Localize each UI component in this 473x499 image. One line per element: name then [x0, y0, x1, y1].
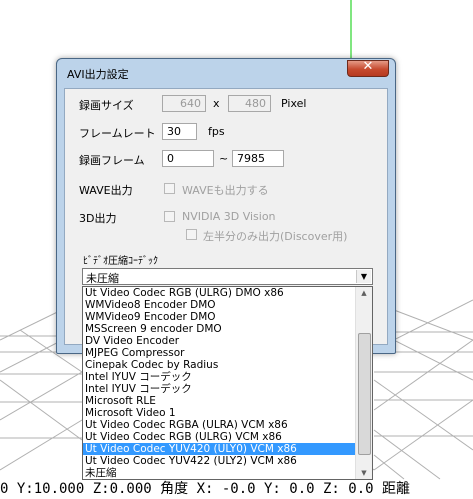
codec-list-item[interactable]: Ut Video Codec RGBA (ULRA) VCM x86: [83, 419, 356, 431]
size-label: 録画サイズ: [79, 99, 134, 112]
codec-list-item[interactable]: WMVideo8 Encoder DMO: [83, 299, 356, 311]
codec-combobox[interactable]: 未圧縮 ▼: [82, 268, 373, 285]
codec-items: Ut Video Codec RGB (ULRG) DMO x86 WMVideo…: [83, 287, 356, 479]
scroll-down-icon[interactable]: ▼: [356, 467, 372, 479]
close-icon: ✕: [362, 59, 374, 74]
nvidia-3d-label: NVIDIA 3D Vision: [182, 210, 276, 223]
status-bar: 0 Y:10.000 Z:0.000 角度 X: -0.0 Y: 0.0 Z: …: [0, 481, 411, 497]
width-field: 640: [162, 95, 206, 112]
window-title: AVI出力設定: [67, 68, 129, 81]
codec-list-item[interactable]: Cinepak Codec by Radius: [83, 359, 356, 371]
close-button[interactable]: ✕: [347, 59, 389, 77]
size-separator: x: [213, 97, 220, 110]
codec-dropdown-list[interactable]: Ut Video Codec RGB (ULRG) DMO x86 WMVideo…: [82, 286, 373, 480]
scrollbar[interactable]: ▲ ▼: [355, 287, 372, 479]
codec-list-item[interactable]: MJPEG Compressor: [83, 347, 356, 359]
wave-label: WAVE出力: [79, 184, 133, 197]
half-side-checkbox: [186, 229, 197, 240]
nvidia-3d-checkbox: [164, 211, 175, 222]
scroll-up-icon[interactable]: ▲: [356, 287, 372, 299]
frame-separator: ~: [219, 152, 229, 165]
frames-label: 録画フレーム: [79, 154, 145, 167]
frame-end-field[interactable]: 7985: [232, 150, 284, 167]
framerate-label: フレームレート: [79, 127, 156, 140]
framerate-field[interactable]: 30: [162, 123, 197, 140]
codec-list-item[interactable]: Microsoft RLE: [83, 395, 356, 407]
codec-selected-value: 未圧縮: [86, 272, 119, 285]
codec-list-item[interactable]: WMVideo9 Encoder DMO: [83, 311, 356, 323]
codec-list-item[interactable]: MSScreen 9 encoder DMO: [83, 323, 356, 335]
scroll-thumb[interactable]: [358, 333, 371, 455]
chevron-down-icon[interactable]: ▼: [356, 270, 371, 283]
codec-list-item[interactable]: Ut Video Codec RGB (ULRG) DMO x86: [83, 287, 356, 299]
codec-label: ﾋﾞﾃﾞｵ圧縮ｺｰﾃﾞｯｸ: [83, 256, 158, 267]
out3d-label: 3D出力: [79, 212, 117, 225]
framerate-unit: fps: [208, 125, 225, 138]
height-field: 480: [228, 95, 271, 112]
frame-start-field[interactable]: 0: [162, 150, 214, 167]
codec-list-item[interactable]: Ut Video Codec YUV420 (ULY0) VCM x86: [83, 443, 356, 455]
codec-list-item[interactable]: Intel IYUV コーデック: [83, 371, 356, 383]
codec-list-item[interactable]: Intel IYUV コーデック: [83, 383, 356, 395]
codec-list-item[interactable]: Ut Video Codec RGB (ULRG) VCM x86: [83, 431, 356, 443]
codec-list-item[interactable]: Ut Video Codec YUV422 (ULY2) VCM x86: [83, 455, 356, 467]
codec-list-item[interactable]: DV Video Encoder: [83, 335, 356, 347]
wave-checkbox-label: WAVEも出力する: [182, 184, 269, 197]
size-unit: Pixel: [281, 97, 307, 110]
codec-list-item[interactable]: Microsoft Video 1: [83, 407, 356, 419]
codec-list-item[interactable]: 未圧縮: [83, 467, 356, 479]
wave-checkbox: [164, 183, 175, 194]
half-side-label: 左半分のみ出力(Discover用): [203, 230, 348, 243]
titlebar[interactable]: AVI出力設定 ✕: [57, 59, 395, 87]
